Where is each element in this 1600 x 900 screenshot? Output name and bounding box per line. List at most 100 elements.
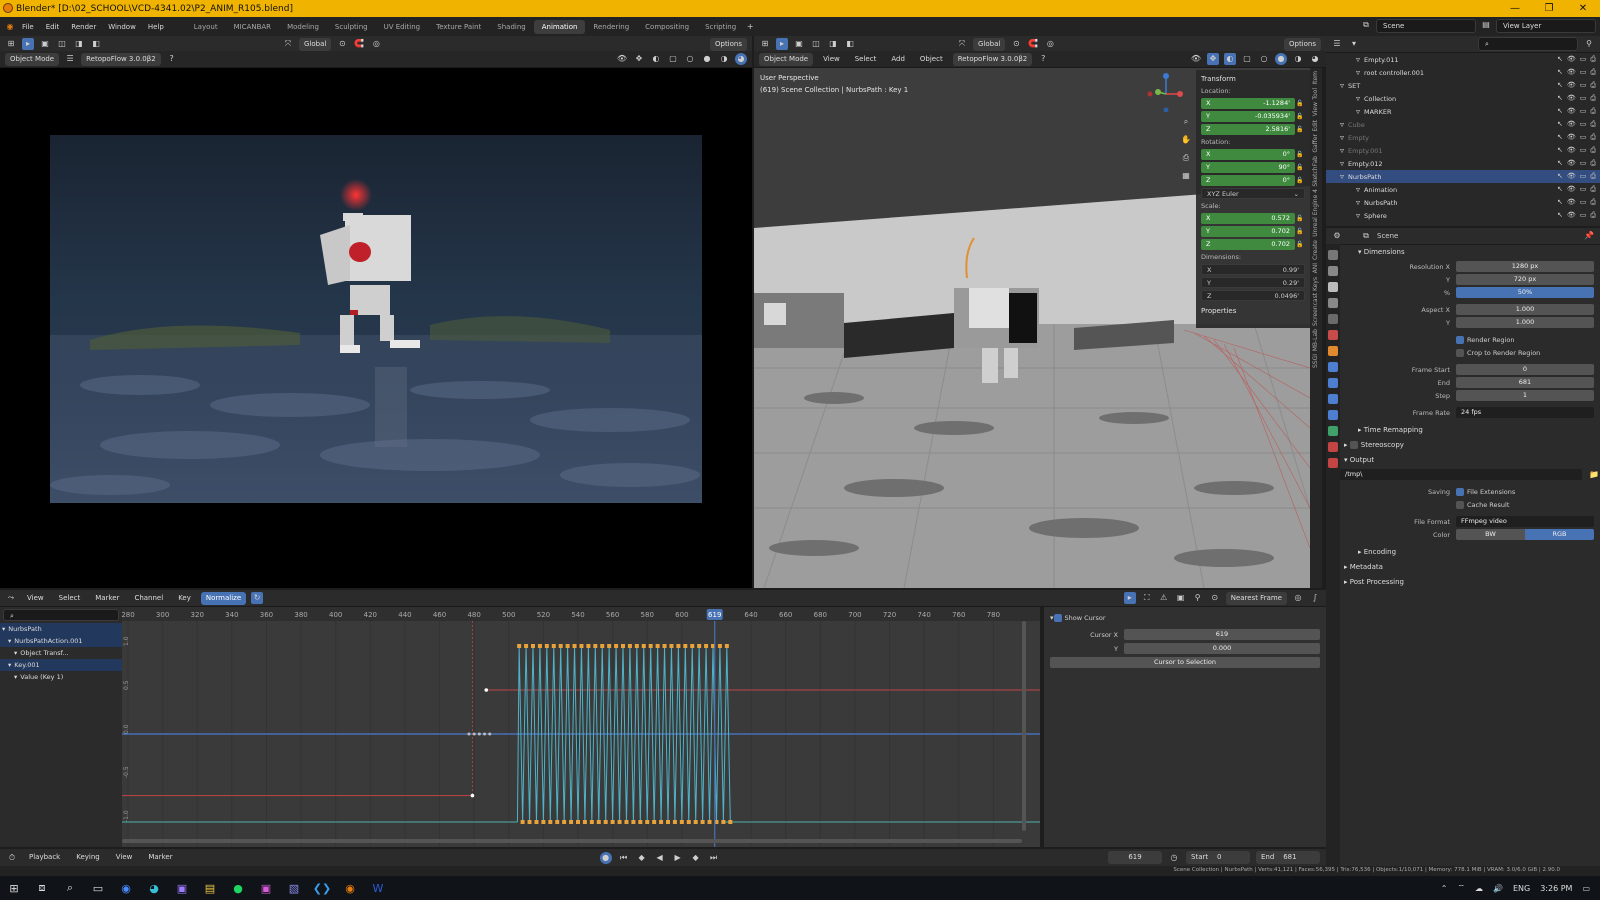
select-box-icon[interactable]: ▣ [39,38,51,50]
frame-end-field[interactable]: 681 [1456,377,1594,388]
snap-mode-dropdown[interactable]: Nearest Frame [1225,591,1287,605]
word-icon[interactable]: W [364,882,392,895]
select-extend-icon[interactable]: ◫ [56,38,68,50]
render-toggle-icon[interactable]: ⎙ [1590,146,1596,155]
select-toggle-icon[interactable]: ↖ [1557,94,1563,103]
object-tab-icon[interactable] [1328,346,1338,356]
viewport-toggle-icon[interactable]: ▭ [1580,94,1587,103]
viewport-toggle-icon[interactable]: ▭ [1580,198,1587,207]
gizmo-icon[interactable]: ✥ [633,53,645,65]
sidebar-tab-create[interactable]: Create [1312,240,1319,260]
app-icon[interactable]: ▭ [84,882,112,895]
menu-playback[interactable]: Playback [24,851,65,864]
viewport-toggle-icon[interactable]: ▭ [1580,120,1587,129]
eye-icon[interactable]: 👁 [1567,198,1576,207]
lock-icon[interactable]: 🔓 [1295,228,1305,235]
tab-texture-paint[interactable]: Texture Paint [428,20,489,34]
ge-menu-channel[interactable]: Channel [129,592,168,605]
tab-modeling[interactable]: Modeling [279,20,327,34]
ghost-curves-icon[interactable]: ▣ [1175,592,1187,604]
visibility-toggles[interactable]: ↖ 👁 ▭ ⎙ [1557,146,1596,155]
render-preview-area[interactable] [0,68,752,588]
viewport-toggle-icon[interactable]: ▭ [1580,211,1587,220]
eye-icon[interactable]: 👁 [1567,55,1576,64]
cloud-icon[interactable]: ☁ [1475,884,1483,893]
cursor-to-selection-button[interactable]: Cursor to Selection [1050,657,1320,668]
eye-icon[interactable]: 👁 [1567,185,1576,194]
graph-area[interactable]: 280 300 320 340 360 380 400 420 440 460 480 500 520 5… [122,607,1040,847]
sidebar-tab-edit[interactable]: Edit [1312,120,1319,132]
eye-icon[interactable]: 👁 [1567,94,1576,103]
overlay-icon[interactable]: ◐ [1224,53,1236,65]
viewport-toggle-icon[interactable]: ▭ [1580,172,1587,181]
resolution-x-field[interactable]: 1280 px [1456,261,1594,272]
shading-material-icon[interactable]: ◑ [718,53,730,65]
frame-start-field[interactable]: 0 [1456,364,1594,375]
cursor-y-field[interactable]: 0.000 [1124,643,1320,654]
rotation-y-field[interactable]: Y 90° [1201,161,1295,173]
tab-sculpting[interactable]: Sculpting [327,20,376,34]
transform-orientation-dropdown[interactable]: Global [973,37,1006,51]
blender-taskbar-icon[interactable]: ◉ [336,882,364,895]
editor-type-icon[interactable]: ☰ [1331,38,1343,50]
hamburger-icon[interactable]: ☰ [64,53,76,65]
pivot-icon[interactable]: ⊙ [1209,592,1221,604]
design-app-icon[interactable]: ▣ [252,882,280,895]
visibility-toggles[interactable]: ↖ 👁 ▭ ⎙ [1557,81,1596,90]
menu-view[interactable]: View [111,851,138,864]
show-hidden-icons-icon[interactable]: ⌃ [1441,884,1448,893]
lock-icon[interactable]: 🔓 [1295,241,1305,248]
eye-icon[interactable]: 👁 [1567,81,1576,90]
lock-icon[interactable]: 🔓 [1295,113,1305,120]
shading-wire-icon[interactable]: ○ [1258,53,1270,65]
sidebar-tab-ssgi[interactable]: SSGI [1312,354,1319,368]
outliner-row[interactable]: ▿ Sphere ↖ 👁 ▭ ⎙ [1326,209,1600,222]
menu-help[interactable]: Help [142,23,170,31]
notification-icon[interactable]: ▭ [1582,884,1590,893]
editor-type-icon[interactable]: ⤳ [5,592,17,604]
adobe-app-icon[interactable]: ▣ [168,882,196,895]
help-icon[interactable]: ? [1037,53,1049,65]
select-toggle-icon[interactable]: ↖ [1557,185,1563,194]
select-subtract-icon[interactable]: ◨ [73,38,85,50]
physics-tab-icon[interactable] [1328,394,1338,404]
select-tool-icon[interactable]: ▸ [22,38,34,50]
tab-uv-editing[interactable]: UV Editing [376,20,429,34]
start-frame-field[interactable]: Start 0 [1186,851,1250,864]
volume-icon[interactable]: 🔊 [1493,884,1503,893]
visibility-toggles[interactable]: ↖ 👁 ▭ ⎙ [1557,68,1596,77]
pivot-icon[interactable]: ⊙ [336,38,348,50]
tab-shading[interactable]: Shading [489,20,533,34]
expand-icon[interactable]: ▾ [8,635,11,647]
world-tab-icon[interactable] [1328,330,1338,340]
tab-animation[interactable]: Animation [533,19,586,34]
outliner-row[interactable]: ▿ Empty.001 ↖ 👁 ▭ ⎙ [1326,144,1600,157]
sidebar-tab-screencast[interactable]: Screencast Keys [1312,277,1319,326]
shading-solid-icon[interactable]: ● [1275,53,1287,65]
editor-type-icon[interactable]: ⊞ [759,38,771,50]
fcurve-graph[interactable]: 280 300 320 340 360 380 400 420 440 460 480 500 520 5… [122,607,1040,847]
overlay-icon[interactable]: ◐ [650,53,662,65]
folder-icon[interactable]: 📁 [1588,469,1600,481]
windows-start-icon[interactable]: ⊞ [0,882,28,895]
render-toggle-icon[interactable]: ⎙ [1590,81,1596,90]
image-app-icon[interactable]: ▧ [280,882,308,895]
file-extensions-checkbox[interactable]: File Extensions [1456,487,1515,496]
visibility-toggles[interactable]: ↖ 👁 ▭ ⎙ [1557,211,1596,220]
render-toggle-icon[interactable]: ⎙ [1590,185,1596,194]
channel-row[interactable]: ▾ Key.001 [0,659,122,671]
expand-icon[interactable]: ▾ [2,623,5,635]
visibility-toggles[interactable]: ↖ 👁 ▭ ⎙ [1557,159,1596,168]
menu-keying[interactable]: Keying [71,851,105,864]
transform-orientation-dropdown[interactable]: Global [299,37,332,51]
tab-scripting[interactable]: Scripting [697,20,744,34]
prev-keyframe-icon[interactable]: ◆ [636,852,648,864]
sidebar-tab-mblab[interactable]: MB-Lab [1312,329,1319,351]
select-toggle-icon[interactable]: ↖ [1557,55,1563,64]
viewport-toggle-icon[interactable]: ▭ [1580,159,1587,168]
editor-type-icon[interactable]: ⏱ [6,852,18,864]
jump-start-icon[interactable]: ⏮ [618,852,630,864]
select-toggle-icon[interactable]: ↖ [1557,159,1563,168]
options-dropdown[interactable]: Options [1283,37,1321,51]
particles-tab-icon[interactable] [1328,378,1338,388]
